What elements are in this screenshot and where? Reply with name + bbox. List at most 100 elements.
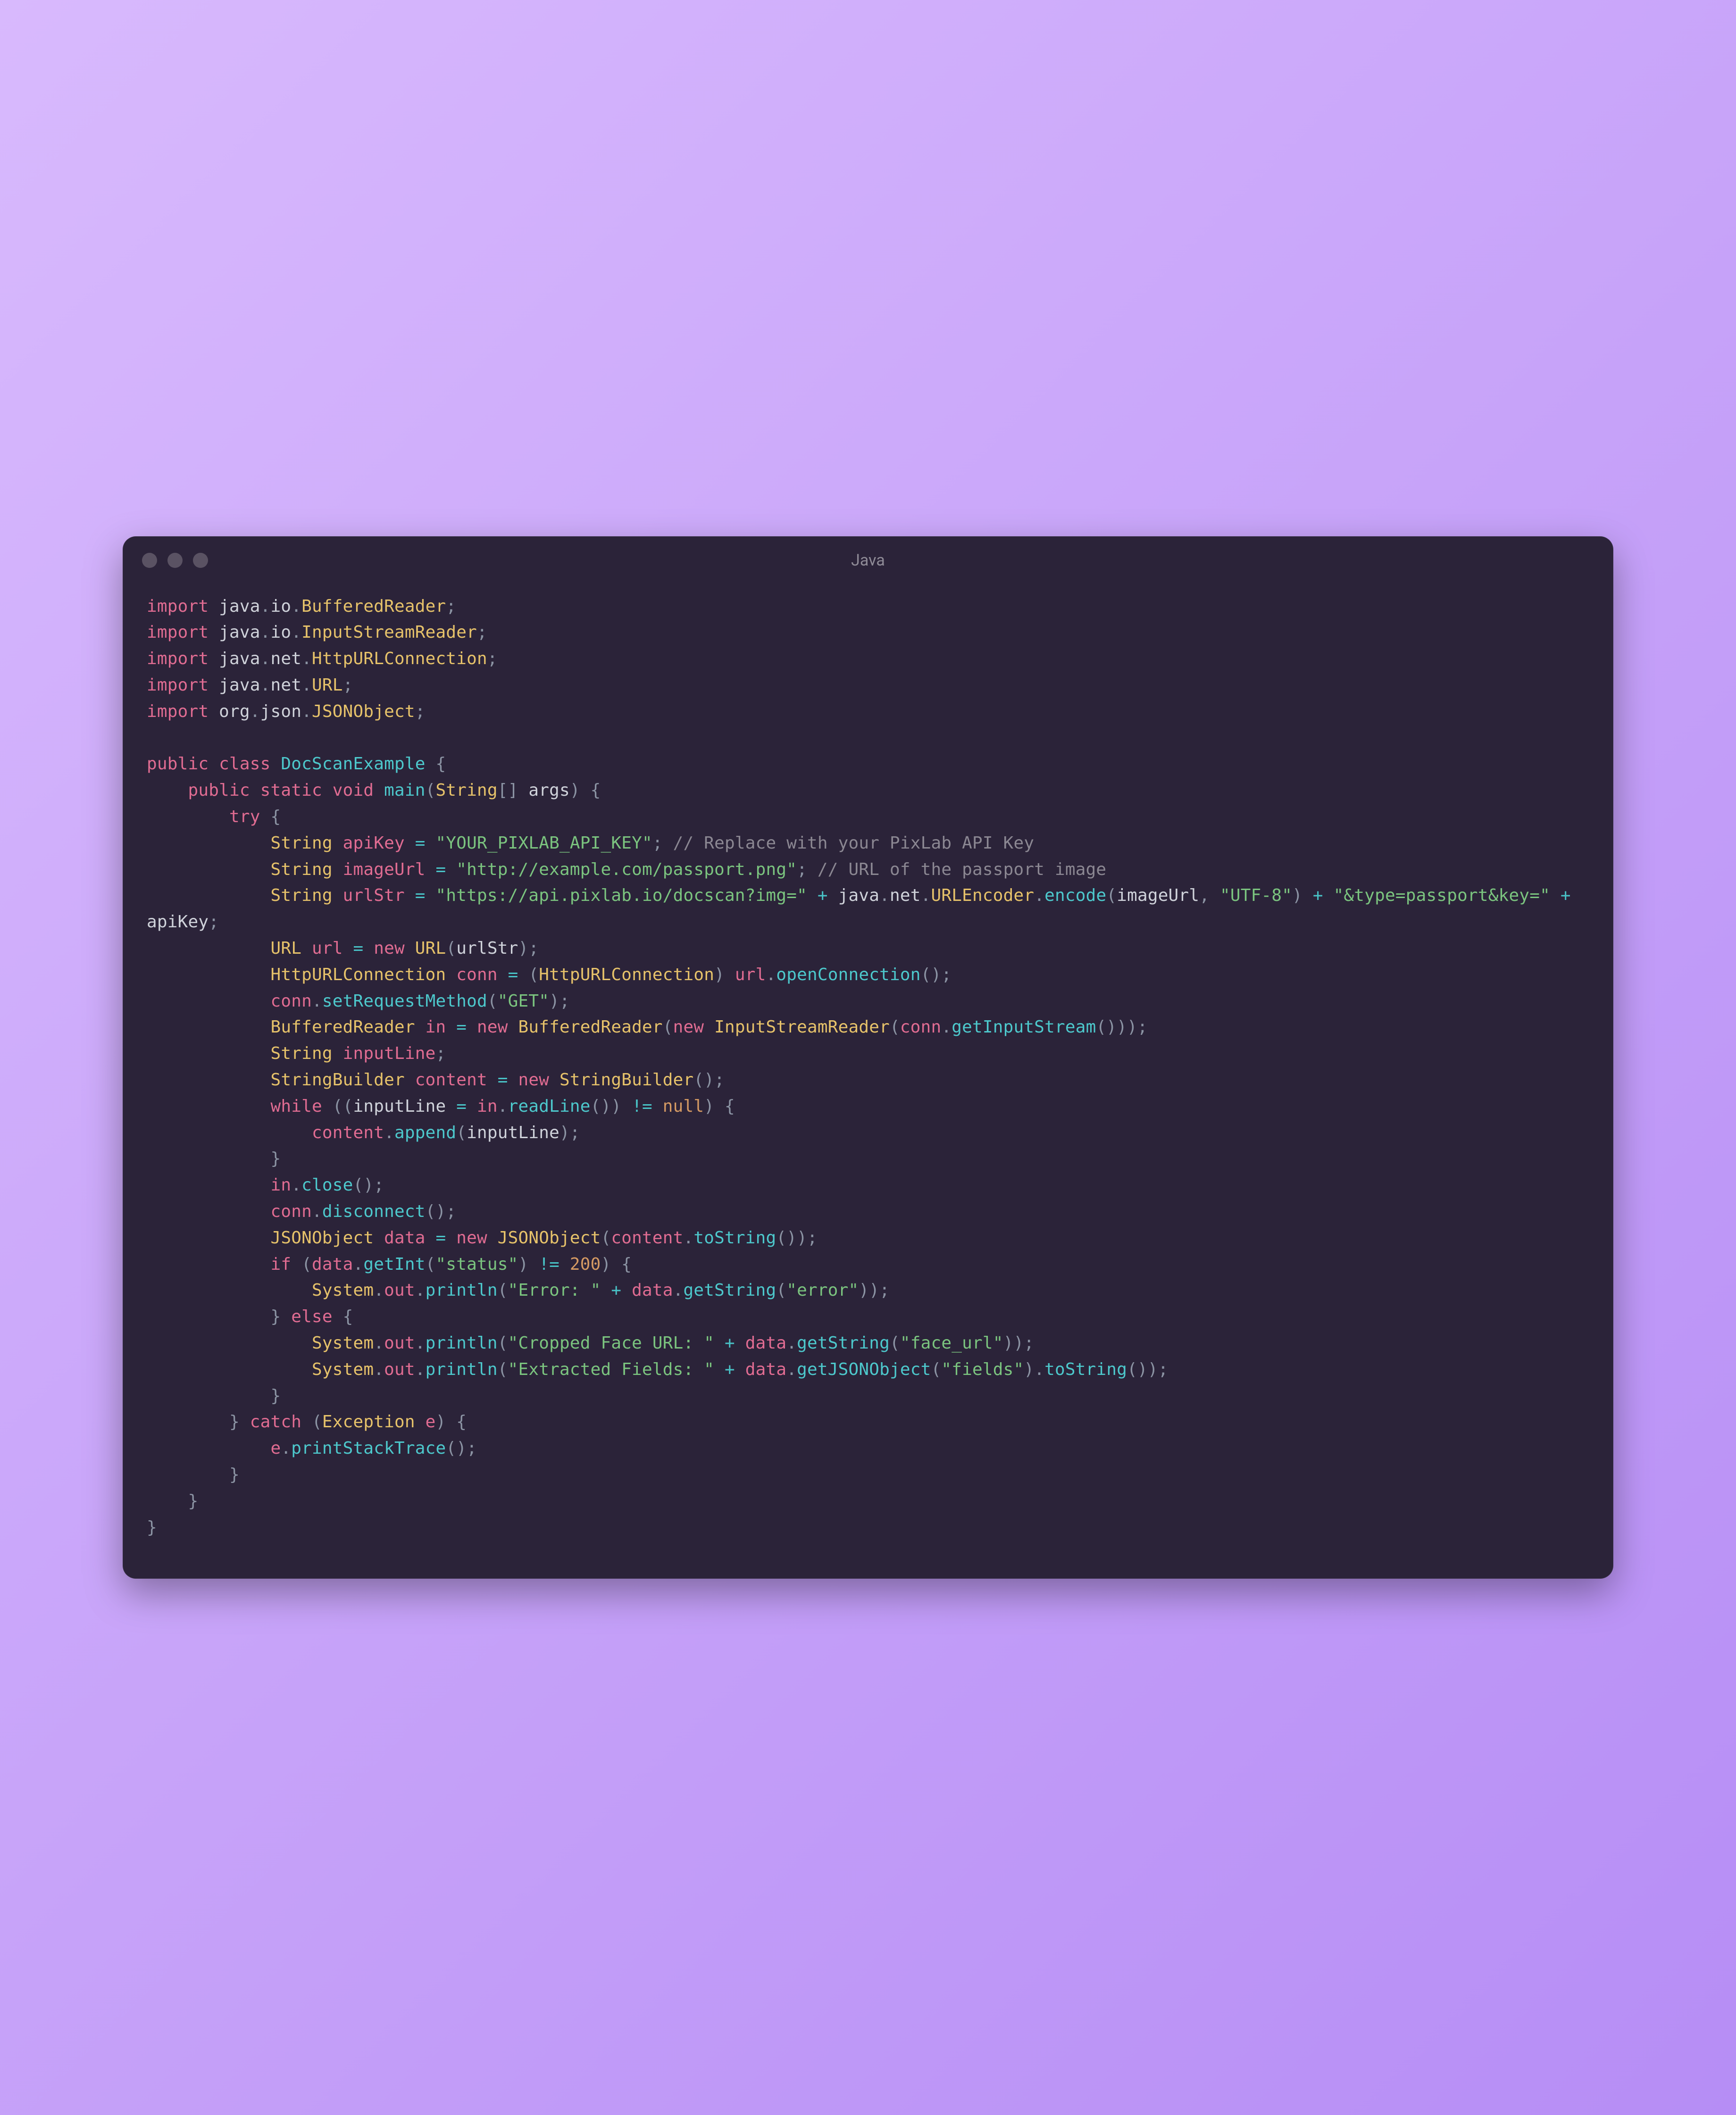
code-token: out bbox=[384, 1281, 415, 1300]
code-token: "UTF-8" bbox=[1220, 886, 1292, 905]
code-token bbox=[301, 939, 312, 958]
code-token: { bbox=[333, 1307, 353, 1326]
code-token: URL bbox=[312, 675, 343, 695]
code-token bbox=[147, 1044, 271, 1063]
code-token: . bbox=[415, 1360, 426, 1379]
code-token: 200 bbox=[570, 1255, 601, 1274]
code-token: JSONObject bbox=[271, 1228, 374, 1248]
code-token: + bbox=[818, 886, 828, 905]
code-token: else bbox=[291, 1307, 333, 1326]
code-token: { bbox=[260, 807, 281, 826]
code-token: content bbox=[312, 1123, 384, 1142]
maximize-icon[interactable] bbox=[193, 553, 208, 568]
code-token: encode bbox=[1044, 886, 1106, 905]
code-token: URLEncoder bbox=[931, 886, 1034, 905]
code-token: apiKey bbox=[147, 912, 209, 932]
code-token: ) { bbox=[704, 1097, 735, 1116]
code-token: BufferedReader bbox=[518, 1017, 662, 1037]
code-token: inputLine bbox=[467, 1123, 559, 1142]
code-token bbox=[147, 886, 271, 905]
minimize-icon[interactable] bbox=[167, 553, 183, 568]
code-token: } bbox=[147, 1518, 157, 1537]
code-token bbox=[601, 1281, 611, 1300]
code-token: ); bbox=[559, 1123, 580, 1142]
code-token: . bbox=[498, 1097, 508, 1116]
code-token: close bbox=[301, 1175, 353, 1195]
code-token bbox=[405, 939, 415, 958]
code-token: + bbox=[611, 1281, 621, 1300]
code-token: ; bbox=[415, 702, 426, 721]
code-token: HttpURLConnection bbox=[312, 649, 487, 668]
code-token: "status" bbox=[436, 1255, 518, 1274]
code-token: new bbox=[518, 1070, 550, 1090]
code-token: = bbox=[508, 965, 518, 984]
code-token bbox=[209, 623, 219, 642]
code-token: HttpURLConnection bbox=[539, 965, 714, 984]
code-token bbox=[807, 886, 818, 905]
code-token: . bbox=[921, 886, 931, 905]
code-token: + bbox=[1561, 886, 1571, 905]
code-token: import bbox=[147, 702, 209, 721]
code-token: ())); bbox=[1096, 1017, 1147, 1037]
code-token: data bbox=[384, 1228, 426, 1248]
code-token: printStackTrace bbox=[291, 1439, 446, 1458]
code-token: "Error: " bbox=[508, 1281, 601, 1300]
code-token: ( bbox=[890, 1017, 900, 1037]
code-token: String bbox=[436, 781, 498, 800]
code-token: out bbox=[384, 1333, 415, 1353]
code-token: . bbox=[281, 1439, 291, 1458]
code-token: java bbox=[219, 623, 260, 642]
code-token: , bbox=[1199, 886, 1220, 905]
code-token bbox=[405, 1070, 415, 1090]
code-token: ; bbox=[477, 623, 487, 642]
code-token: getInputStream bbox=[951, 1017, 1096, 1037]
code-token bbox=[549, 1070, 559, 1090]
code-token bbox=[446, 965, 456, 984]
code-token: setRequestMethod bbox=[322, 991, 487, 1011]
code-token: while bbox=[271, 1097, 322, 1116]
code-token bbox=[209, 597, 219, 616]
code-token: openConnection bbox=[776, 965, 920, 984]
code-token: . bbox=[260, 597, 271, 616]
code-token: content bbox=[415, 1070, 487, 1090]
code-token bbox=[147, 833, 271, 853]
code-token: = bbox=[436, 1228, 446, 1248]
code-token: import bbox=[147, 675, 209, 695]
close-icon[interactable] bbox=[142, 553, 157, 568]
code-token: public bbox=[188, 781, 250, 800]
code-token: readLine bbox=[508, 1097, 591, 1116]
code-token bbox=[446, 1097, 456, 1116]
code-token: data bbox=[312, 1255, 353, 1274]
code-token: . bbox=[260, 649, 271, 668]
code-token: . bbox=[673, 1281, 684, 1300]
code-token: . bbox=[291, 1175, 301, 1195]
code-token: imageUrl bbox=[343, 860, 426, 879]
code-token: ( bbox=[663, 1017, 673, 1037]
code-token: out bbox=[384, 1360, 415, 1379]
code-token bbox=[209, 754, 219, 774]
code-token bbox=[147, 807, 229, 826]
code-token: } bbox=[147, 1465, 240, 1484]
code-token: ) bbox=[714, 965, 735, 984]
code-token: [] bbox=[498, 781, 529, 800]
code-token: "face_url" bbox=[900, 1333, 1003, 1353]
code-token: . bbox=[374, 1281, 384, 1300]
code-token: ). bbox=[1024, 1360, 1044, 1379]
code-token: java bbox=[838, 886, 880, 905]
code-token bbox=[487, 1228, 498, 1248]
code-token: InputStreamReader bbox=[301, 623, 477, 642]
window-controls bbox=[142, 553, 208, 568]
code-token: . bbox=[384, 1123, 394, 1142]
code-token: )); bbox=[859, 1281, 890, 1300]
code-token: "Cropped Face URL: " bbox=[508, 1333, 714, 1353]
code-token: ( bbox=[291, 1255, 312, 1274]
code-token: data bbox=[745, 1360, 787, 1379]
code-token: getInt bbox=[363, 1255, 425, 1274]
code-token: import bbox=[147, 623, 209, 642]
code-token: toString bbox=[1044, 1360, 1127, 1379]
code-token: inputLine bbox=[353, 1097, 446, 1116]
code-block[interactable]: import java.io.BufferedReader; import ja… bbox=[123, 584, 1613, 1579]
code-token: in bbox=[426, 1017, 446, 1037]
code-token: System bbox=[312, 1281, 374, 1300]
code-token: io bbox=[271, 597, 292, 616]
